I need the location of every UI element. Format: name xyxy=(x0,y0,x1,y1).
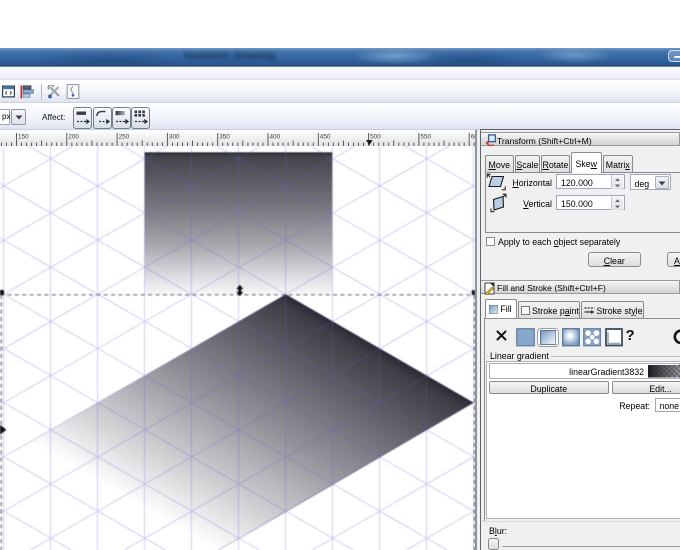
svg-text:450: 450 xyxy=(320,134,331,141)
svg-text:300: 300 xyxy=(169,134,180,141)
svg-text:200: 200 xyxy=(68,134,79,141)
svg-text:350: 350 xyxy=(219,134,230,141)
svg-text:400: 400 xyxy=(270,134,281,141)
svg-text:500: 500 xyxy=(370,134,381,141)
svg-text:550: 550 xyxy=(420,134,431,141)
svg-text:250: 250 xyxy=(119,134,130,141)
svg-text:150: 150 xyxy=(18,134,29,141)
